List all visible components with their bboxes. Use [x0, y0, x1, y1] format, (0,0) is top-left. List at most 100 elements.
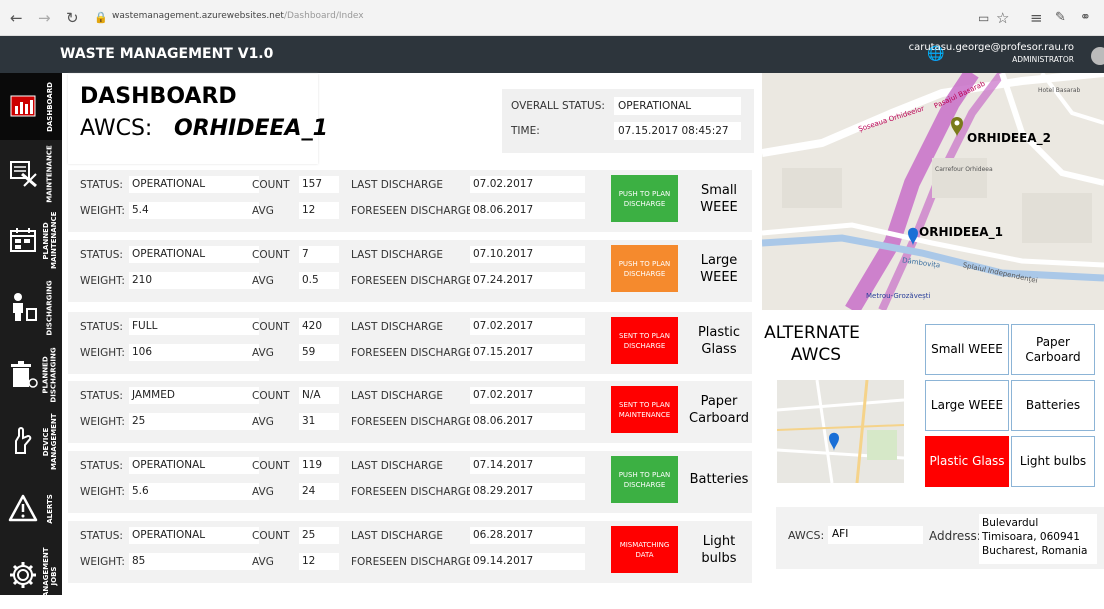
status-label: STATUS:	[80, 390, 123, 402]
awcs-name: ORHIDEEA_1	[174, 116, 328, 141]
dashboard-chart-icon	[10, 95, 36, 117]
action-button[interactable]: SENT TO PLAN MAINTENANCE	[611, 386, 678, 433]
action-button[interactable]: MISMATCHING DATA	[611, 526, 678, 573]
foreseen-discharge-label: FORESEEN DISCHARGE	[351, 275, 473, 287]
count-value: 157	[299, 176, 339, 193]
category-button[interactable]: Paper Carboard	[1011, 324, 1095, 375]
container-row: STATUS: JAMMED WEIGHT: 25 COUNT N/A AVG 31 LAST …	[68, 381, 752, 443]
user-info[interactable]: carutasu.george@profesor.rau.ro ADMINIST…	[909, 42, 1074, 66]
last-discharge-label: LAST DISCHARGE	[351, 530, 444, 542]
status-value: OPERATIONAL	[129, 527, 259, 544]
sidebar-label: DISCHARGING	[45, 279, 54, 336]
container-row: STATUS: OPERATIONAL WEIGHT: 210 COUNT 7 AVG 0.5…	[68, 240, 752, 302]
overall-status-panel: OVERALL STATUS: OPERATIONAL TIME: 07.15.…	[502, 89, 754, 153]
last-discharge-label: LAST DISCHARGE	[351, 321, 444, 333]
last-discharge-value: 07.10.2017	[470, 246, 585, 263]
page-title: DASHBOARD	[80, 84, 237, 109]
avg-value: 12	[299, 202, 339, 219]
back-icon[interactable]: ←	[10, 9, 23, 27]
count-value: N/A	[299, 387, 339, 404]
last-discharge-value: 07.02.2017	[470, 318, 585, 335]
container-row: STATUS: FULL WEIGHT: 106 COUNT 420 AVG 59 LAST D…	[68, 312, 752, 374]
maintenance-tools-icon	[10, 161, 37, 188]
share-icon[interactable]: ⚭	[1080, 10, 1091, 25]
last-discharge-value: 06.28.2017	[470, 527, 585, 544]
sidebar-label: PLANNED MAINTENANCE	[41, 211, 58, 269]
alternate-map-canvas	[777, 380, 904, 483]
sidebar-item-alerts[interactable]: ALERTS	[0, 475, 62, 542]
action-button[interactable]: PUSH TO PLAN DISCHARGE	[611, 245, 678, 292]
address-bar[interactable]: wastemanagement.azurewebsites.net/Dashbo…	[112, 11, 364, 21]
warning-icon	[8, 494, 38, 522]
weight-value: 5.6	[129, 483, 259, 500]
avatar[interactable]	[1091, 47, 1104, 65]
container-row: STATUS: OPERATIONAL WEIGHT: 5.6 COUNT 119 AVG 2…	[68, 451, 752, 513]
foreseen-discharge-value: 08.06.2017	[470, 202, 585, 219]
user-role: ADMINISTRATOR	[1012, 55, 1074, 64]
favorite-star-icon[interactable]: ☆	[996, 9, 1009, 27]
trash-bin-icon	[11, 361, 38, 388]
status-label: STATUS:	[80, 179, 123, 191]
sidebar-item-maintenance[interactable]: MAINTENANCE	[0, 140, 62, 207]
last-discharge-value: 07.02.2017	[470, 176, 585, 193]
sidebar-item-planned-maintenance[interactable]: PLANNED MAINTENANCE	[0, 207, 62, 274]
forward-icon[interactable]: →	[38, 9, 51, 27]
foreseen-discharge-label: FORESEEN DISCHARGE	[351, 205, 473, 217]
last-discharge-label: LAST DISCHARGE	[351, 179, 444, 191]
action-button[interactable]: PUSH TO PLAN DISCHARGE	[611, 175, 678, 222]
category-button[interactable]: Plastic Glass	[925, 436, 1009, 487]
map-street-label: Hotel Basarab	[1038, 87, 1081, 94]
avg-label: AVG	[252, 556, 274, 568]
reading-view-icon[interactable]: ▭	[978, 11, 989, 25]
location-map[interactable]: ORHIDEEA_1 ORHIDEEA_2 Șoseaua Orhideelor…	[762, 73, 1104, 310]
sidebar-item-discharging[interactable]: DISCHARGING	[0, 274, 62, 341]
category-label: Batteries	[689, 472, 749, 487]
time-value: 07.15.2017 08:45:27	[614, 122, 741, 140]
count-value: 7	[299, 246, 339, 263]
foreseen-discharge-label: FORESEEN DISCHARGE	[351, 347, 473, 359]
category-button[interactable]: Small WEEE	[925, 324, 1009, 375]
weight-value: 5.4	[129, 202, 259, 219]
status-value: OPERATIONAL	[129, 246, 259, 263]
alternate-map[interactable]	[777, 380, 904, 483]
web-note-icon[interactable]: ✎	[1055, 10, 1066, 25]
weight-label: WEIGHT:	[80, 275, 125, 287]
user-email: carutasu.george@profesor.rau.ro	[908, 42, 1074, 53]
weight-label: WEIGHT:	[80, 416, 125, 428]
weight-label: WEIGHT:	[80, 347, 125, 359]
foreseen-discharge-label: FORESEEN DISCHARGE	[351, 556, 473, 568]
category-button[interactable]: Light bulbs	[1011, 436, 1095, 487]
sidebar-item-dashboard[interactable]: DASHBOARD	[0, 73, 62, 140]
lock-icon: 🔒	[94, 11, 108, 24]
weight-value: 210	[129, 272, 259, 289]
avg-label: AVG	[252, 275, 274, 287]
count-label: COUNT	[252, 460, 290, 472]
action-button[interactable]: SENT TO PLAN DISCHARGE	[611, 317, 678, 364]
alternate-title-line2: AWCS	[790, 345, 842, 365]
category-button[interactable]: Batteries	[1011, 380, 1095, 431]
count-label: COUNT	[252, 390, 290, 402]
weight-value: 25	[129, 413, 259, 430]
sidebar-label: PLANNED DISCHARGING	[41, 346, 58, 403]
action-button[interactable]: PUSH TO PLAN DISCHARGE	[611, 456, 678, 503]
status-value: OPERATIONAL	[129, 457, 259, 474]
category-button[interactable]: Large WEEE	[925, 380, 1009, 431]
avg-value: 31	[299, 413, 339, 430]
sidebar-item-device-management[interactable]: DEVICE MANAGEMENT	[0, 408, 62, 475]
avg-label: AVG	[252, 347, 274, 359]
hub-icon[interactable]: ≡	[1030, 9, 1043, 27]
refresh-icon[interactable]: ↻	[66, 9, 79, 27]
foreseen-discharge-label: FORESEEN DISCHARGE	[351, 416, 473, 428]
weight-label: WEIGHT:	[80, 486, 125, 498]
last-discharge-label: LAST DISCHARGE	[351, 460, 444, 472]
foreseen-discharge-value: 08.29.2017	[470, 483, 585, 500]
sidebar-item-planned-discharging[interactable]: PLANNED DISCHARGING	[0, 341, 62, 408]
app-header: WASTE MANAGEMENT V1.0 🌐 carutasu.george@…	[0, 36, 1104, 73]
weight-value: 85	[129, 553, 259, 570]
sidebar-item-management-jobs[interactable]: MANAGEMENT JOBS	[0, 542, 62, 609]
sidebar-label: MAINTENANCE	[45, 144, 54, 203]
map-street-label: Metrou-Grozăvești	[866, 292, 931, 300]
category-label: Small WEEE	[700, 183, 738, 215]
count-value: 25	[299, 527, 339, 544]
status-value: FULL	[129, 318, 259, 335]
